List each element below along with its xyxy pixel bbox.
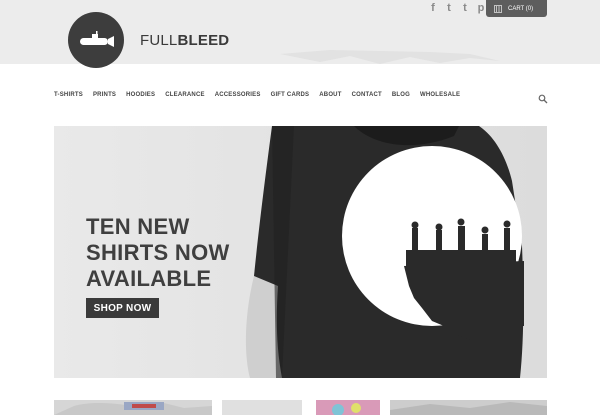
product-thumbnail[interactable] [222,400,302,415]
product-image [54,400,212,415]
cart-icon [494,4,502,13]
pinterest-icon[interactable]: p [476,2,486,14]
brand-wordmark[interactable]: FULLBLEED [140,32,229,49]
nav-item-hoodies[interactable]: HOODIES [126,92,155,98]
hero-line-2: SHIRTS NOW [86,240,230,265]
main-nav: T-SHIRTS PRINTS HOODIES CLEARANCE ACCESS… [54,92,470,98]
nav-item-t-shirts[interactable]: T-SHIRTS [54,92,83,98]
submarine-icon [80,31,114,47]
nav-item-contact[interactable]: CONTACT [352,92,382,98]
tumblr-icon[interactable]: t [460,2,470,14]
social-links: f t t p [428,2,486,14]
brand-light: FULL [140,32,178,49]
hero-banner[interactable]: TEN NEW SHIRTS NOW AVAILABLE SHOP NOW [54,126,547,378]
nav-item-about[interactable]: ABOUT [319,92,341,98]
cart-button[interactable]: CART (0) [486,0,547,17]
nav-item-wholesale[interactable]: WHOLESALE [420,92,460,98]
nav-item-accessories[interactable]: ACCESSORIES [215,92,261,98]
nav-item-gift-cards[interactable]: GIFT CARDS [271,92,310,98]
product-image [222,400,302,415]
hero-headline: TEN NEW SHIRTS NOW AVAILABLE [86,214,276,292]
nav-item-blog[interactable]: BLOG [392,92,410,98]
facebook-icon[interactable]: f [428,2,438,14]
product-thumbnail[interactable] [390,400,547,415]
product-image [316,400,380,415]
product-thumbnail[interactable] [316,400,380,415]
shop-now-button[interactable]: SHOP NOW [86,298,159,318]
nav-item-prints[interactable]: PRINTS [93,92,116,98]
brand-bold: BLEED [177,32,230,49]
search-icon[interactable] [538,94,548,104]
site-logo[interactable] [68,12,124,68]
product-thumbnail[interactable] [54,400,212,415]
hero-line-3: AVAILABLE [86,266,212,291]
cart-label: CART (0) [508,5,534,12]
twitter-icon[interactable]: t [444,2,454,14]
hero-line-1: TEN NEW [86,214,190,239]
product-image [390,400,547,415]
nav-item-clearance[interactable]: CLEARANCE [165,92,204,98]
